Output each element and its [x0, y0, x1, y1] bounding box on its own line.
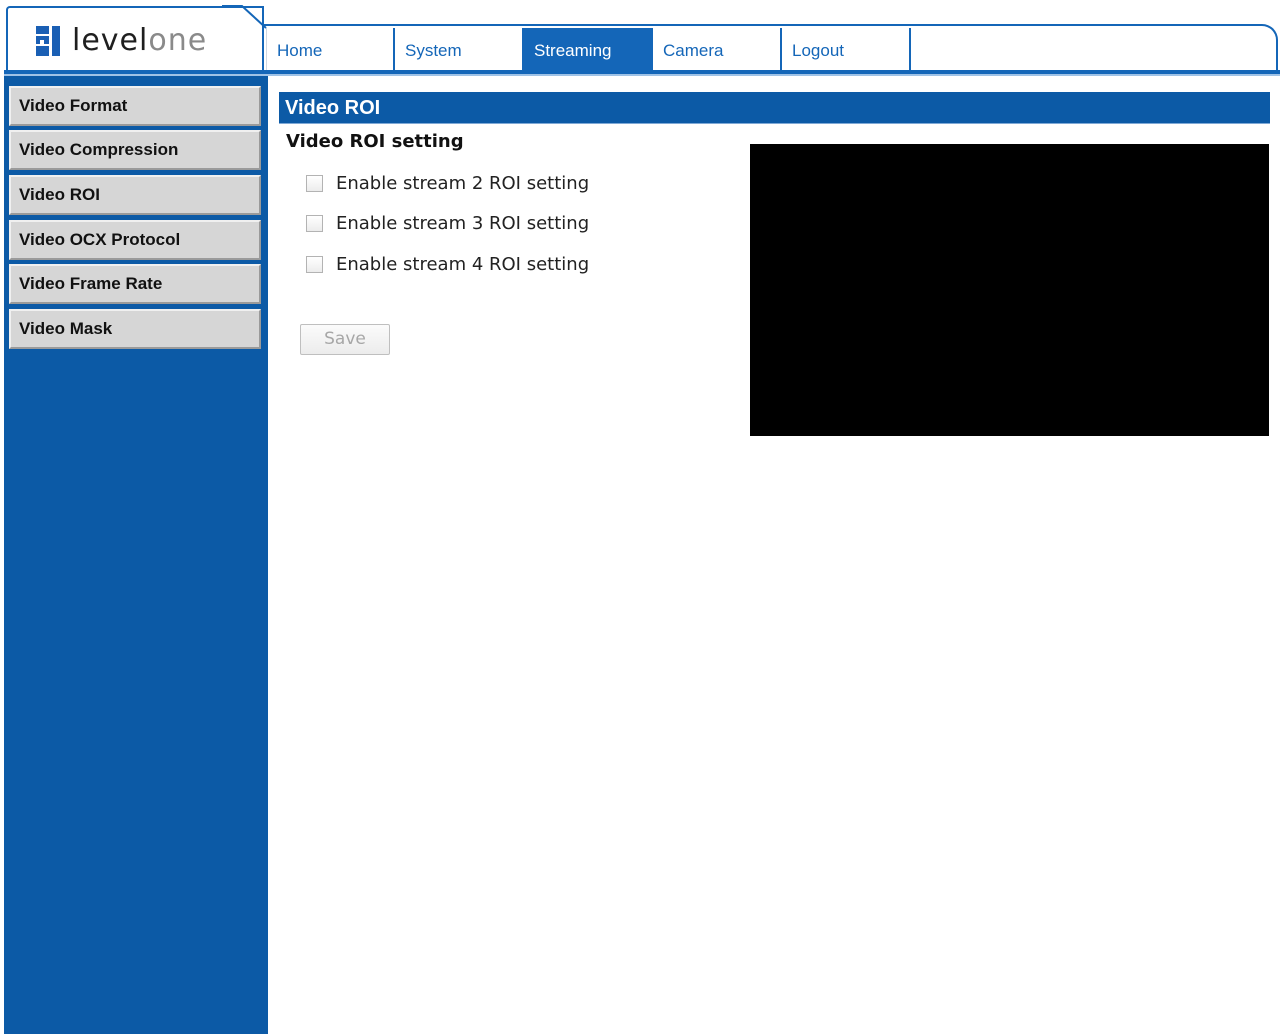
tab-home[interactable]: Home: [266, 28, 395, 70]
sidebar: Video Format Video Compression Video ROI…: [4, 76, 268, 1034]
levelone-logo-icon: [36, 26, 66, 56]
sidebar-item-video-roi[interactable]: Video ROI: [9, 175, 261, 215]
logo-tab-corner: [222, 5, 267, 29]
sidebar-item-video-format[interactable]: Video Format: [9, 86, 261, 126]
stream-3-roi-checkbox[interactable]: [306, 214, 323, 232]
tab-logout[interactable]: Logout: [782, 28, 911, 70]
page-title: Video ROI: [279, 92, 1270, 124]
logo-text-light: one: [148, 23, 208, 58]
stream-2-roi-checkbox[interactable]: [306, 174, 323, 192]
sidebar-item-video-frame-rate[interactable]: Video Frame Rate: [9, 264, 261, 304]
sidebar-item-video-mask[interactable]: Video Mask: [9, 309, 261, 349]
stream-4-roi-option[interactable]: Enable stream 4 ROI setting: [306, 252, 589, 276]
levelone-logo: levelone: [36, 24, 207, 58]
top-nav: Home System Streaming Camera Logout: [266, 28, 911, 70]
sidebar-item-video-compression[interactable]: Video Compression: [9, 130, 261, 170]
stream-2-roi-option[interactable]: Enable stream 2 ROI setting: [306, 171, 589, 195]
sidebar-item-video-ocx-protocol[interactable]: Video OCX Protocol: [9, 220, 261, 260]
stream-2-roi-label: Enable stream 2 ROI setting: [336, 172, 590, 194]
main-content: Video ROI Video ROI setting Enable strea…: [268, 76, 1280, 1034]
tab-streaming[interactable]: Streaming: [524, 28, 653, 70]
stream-4-roi-checkbox[interactable]: [306, 255, 323, 273]
save-button[interactable]: Save: [300, 324, 390, 355]
tab-camera[interactable]: Camera: [653, 28, 782, 70]
stream-3-roi-option[interactable]: Enable stream 3 ROI setting: [306, 211, 589, 235]
video-preview[interactable]: [750, 144, 1269, 436]
page: levelone Home System Streaming Camera Lo…: [0, 0, 1280, 1034]
logo-text-dark: level: [72, 23, 149, 58]
stream-3-roi-label: Enable stream 3 ROI setting: [336, 212, 590, 234]
stream-4-roi-label: Enable stream 4 ROI setting: [336, 253, 590, 275]
logo-text: levelone: [72, 24, 207, 58]
tab-system[interactable]: System: [395, 28, 524, 70]
section-title: Video ROI setting: [286, 131, 464, 152]
